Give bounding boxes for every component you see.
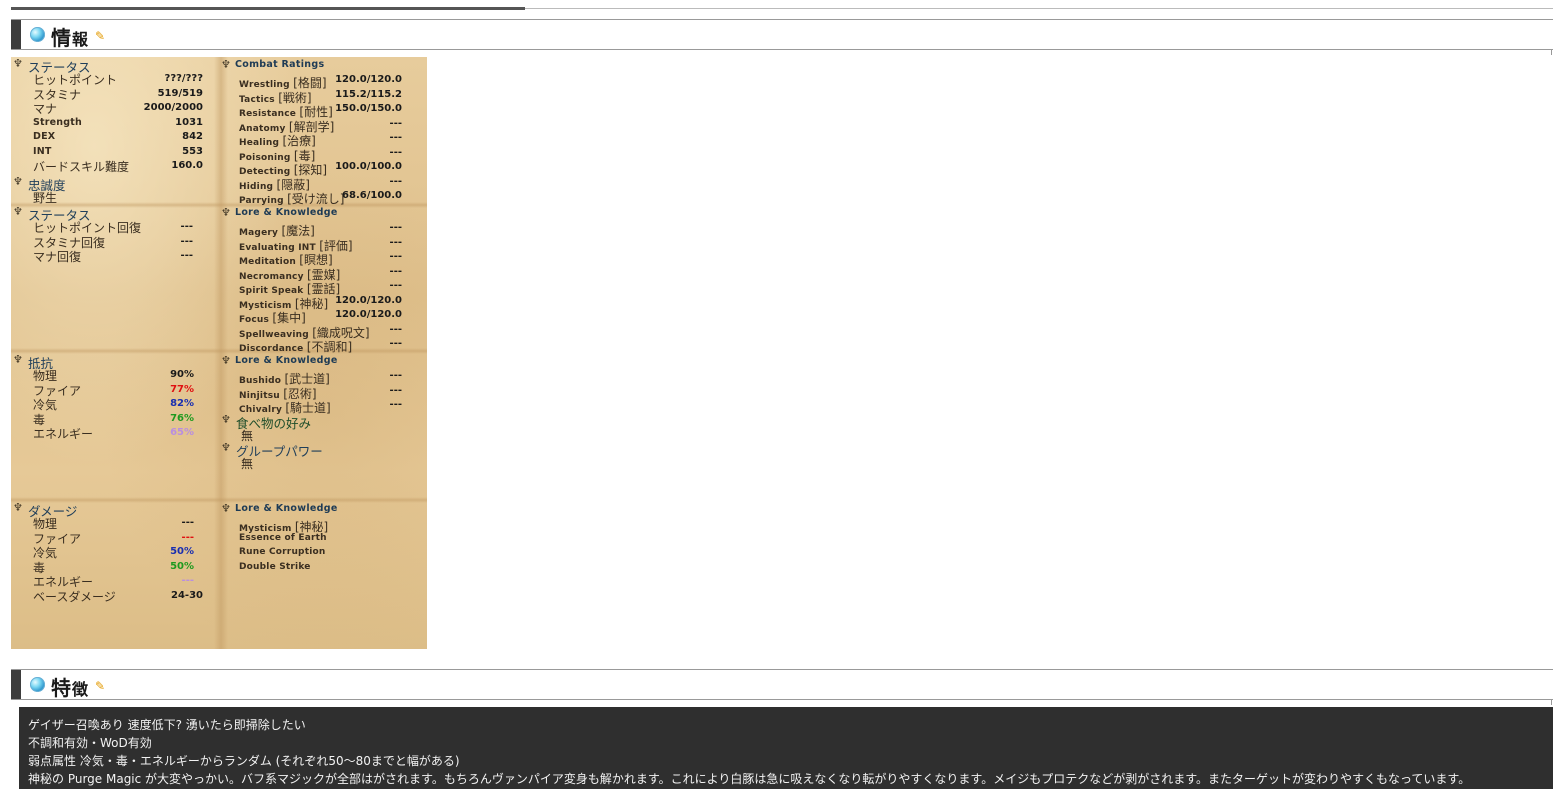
skill-value: --- — [389, 222, 402, 233]
fleur-icon: ♆ — [13, 174, 23, 188]
ability-label: Rune Corruption — [239, 547, 326, 557]
skill-value: 120.0/120.0 — [335, 309, 402, 320]
damage-value: --- — [181, 575, 194, 586]
lore-block-3: ♆ Lore & Knowledge Mysticism [神秘] Essence… — [221, 502, 402, 575]
skill-value: --- — [389, 146, 402, 158]
top-divider-thin — [525, 8, 1553, 9]
pencil-icon[interactable]: ✎ — [95, 679, 105, 693]
damage-value: 50% — [170, 560, 194, 572]
stat-label: マナ — [33, 102, 58, 116]
skill-value: 120.0/120.0 — [335, 74, 402, 85]
skill-value: --- — [389, 280, 402, 291]
regen-label: マナ回復 — [33, 250, 82, 264]
fleur-icon: ♆ — [221, 502, 231, 515]
stat-label: INT — [33, 145, 52, 157]
section-header-info: 情報 ✎ — [11, 19, 1553, 50]
fleur-icon: ♆ — [13, 205, 23, 218]
ability-label: Double Strike — [239, 561, 311, 572]
skill-value: --- — [389, 323, 402, 335]
feature-description: ゲイザー召喚あり 速度低下? 湧いたら即掃除したい 不調和有効・WoD有効 弱点… — [19, 707, 1553, 789]
fleur-icon: ♆ — [221, 440, 231, 454]
fleur-icon: ♆ — [13, 501, 23, 514]
skill-value: 115.2/115.2 — [335, 88, 402, 100]
resist-value: 65% — [170, 427, 194, 438]
damage-value: --- — [181, 531, 194, 543]
description-line: 弱点属性 冷気・毒・エネルギーからランダム (それぞれ50〜80までと幅がある) — [28, 754, 460, 768]
section-title: 情報 — [51, 26, 90, 50]
fleur-icon: ♆ — [221, 354, 231, 367]
damage-value: 50% — [170, 546, 194, 557]
creature-stats-panel: ♆ ステータス ヒットポイント ???/??? スタミナ 519/519 マナ 2000… — [11, 57, 427, 649]
stat-label: バードスキル難度 — [33, 160, 130, 174]
description-line: ゲイザー召喚あり 速度低下? 湧いたら即掃除したい — [28, 718, 306, 732]
combat-header: Combat Ratings — [235, 59, 325, 70]
skill-value: --- — [389, 251, 402, 262]
skill-value: --- — [389, 370, 402, 381]
section-header-features: 特徴 ✎ — [11, 669, 1553, 700]
orb-icon — [30, 27, 45, 42]
regen-value: --- — [180, 250, 193, 261]
loyalty-value: 野生 — [33, 190, 58, 205]
regen-block: ♆ ステータス ヒットポイント回復 --- スタミナ回復 --- マナ回復 --- — [13, 205, 203, 264]
description-line: 不調和有効・WoD有効 — [28, 736, 152, 750]
combat-block: ♆ Combat Ratings Wrestling [格闘] 120.0/120.… — [221, 58, 402, 206]
damage-value: --- — [181, 517, 194, 528]
resist-value: 76% — [170, 412, 194, 424]
stat-value: ???/??? — [164, 73, 203, 84]
skill-value: 100.0/100.0 — [335, 161, 402, 172]
skill-value: --- — [389, 399, 402, 410]
skill-value: 150.0/150.0 — [335, 103, 402, 114]
fleur-icon: ♆ — [221, 412, 231, 426]
stat-value: 2000/2000 — [143, 102, 203, 113]
description-line: 神秘の Purge Magic が大変やっかい。バフ系マジックが全部はがされます… — [28, 772, 1471, 786]
top-divider — [11, 7, 525, 10]
lore-header: Lore & Knowledge — [235, 503, 338, 514]
damage-value: 24-30 — [171, 589, 203, 601]
skill-value: 68.6/100.0 — [342, 190, 402, 201]
skill-value: --- — [389, 384, 402, 396]
pencil-icon[interactable]: ✎ — [95, 29, 105, 43]
status-block: ♆ ステータス ヒットポイント ???/??? スタミナ 519/519 マナ 2000… — [13, 57, 203, 205]
lore-block-2: ♆ Lore & Knowledge Bushido [武士道] --- Ninji… — [221, 354, 402, 471]
orb-icon — [30, 677, 45, 692]
fleur-icon: ♆ — [221, 206, 231, 219]
lore-header: Lore & Knowledge — [235, 207, 338, 218]
lore-block-1: ♆ Lore & Knowledge Magery [魔法] --- Evaluat… — [221, 206, 402, 354]
skill-label: Discordance [不調和] — [239, 340, 353, 354]
section-title: 特徴 — [51, 676, 90, 700]
skill-value: --- — [389, 132, 402, 143]
skill-value: --- — [389, 117, 402, 129]
stat-label: DEX — [33, 131, 56, 142]
fleur-icon: ♆ — [221, 58, 231, 71]
group-value: 無 — [241, 456, 254, 471]
damage-label: ベースダメージ — [33, 589, 116, 604]
resist-block: ♆ 抵抗 物理 90% ファイア 77% 冷気 82% 毒 76% エネルギー 65% — [13, 353, 203, 441]
skill-value: --- — [389, 236, 402, 248]
resist-value: 77% — [170, 383, 194, 395]
ability-label: Essence of Earth — [239, 532, 327, 543]
stat-value: 160.0 — [171, 160, 203, 171]
stat-value: 1031 — [175, 116, 203, 128]
lore-header: Lore & Knowledge — [235, 355, 338, 366]
fleur-icon: ♆ — [13, 353, 23, 366]
skill-value: 120.0/120.0 — [335, 294, 402, 306]
skill-value: --- — [389, 175, 402, 187]
damage-block: ♆ ダメージ 物理 --- ファイア --- 冷気 50% 毒 50% エネルギー --- … — [13, 501, 203, 604]
resist-value: 82% — [170, 398, 194, 409]
fleur-icon: ♆ — [13, 57, 23, 70]
regen-value: --- — [180, 221, 193, 232]
resist-value: 90% — [170, 369, 194, 380]
stat-value: 842 — [182, 131, 203, 142]
header-edge — [11, 20, 21, 49]
header-edge — [11, 670, 21, 699]
skill-value: --- — [389, 265, 402, 277]
regen-value: --- — [180, 235, 193, 247]
skill-value: --- — [389, 338, 402, 349]
stat-value: 553 — [182, 145, 203, 157]
resist-label: エネルギー — [33, 427, 94, 441]
skill-label: Parrying [受け流し] — [239, 192, 345, 206]
stat-label: Strength — [33, 116, 82, 128]
stat-value: 519/519 — [157, 87, 203, 99]
